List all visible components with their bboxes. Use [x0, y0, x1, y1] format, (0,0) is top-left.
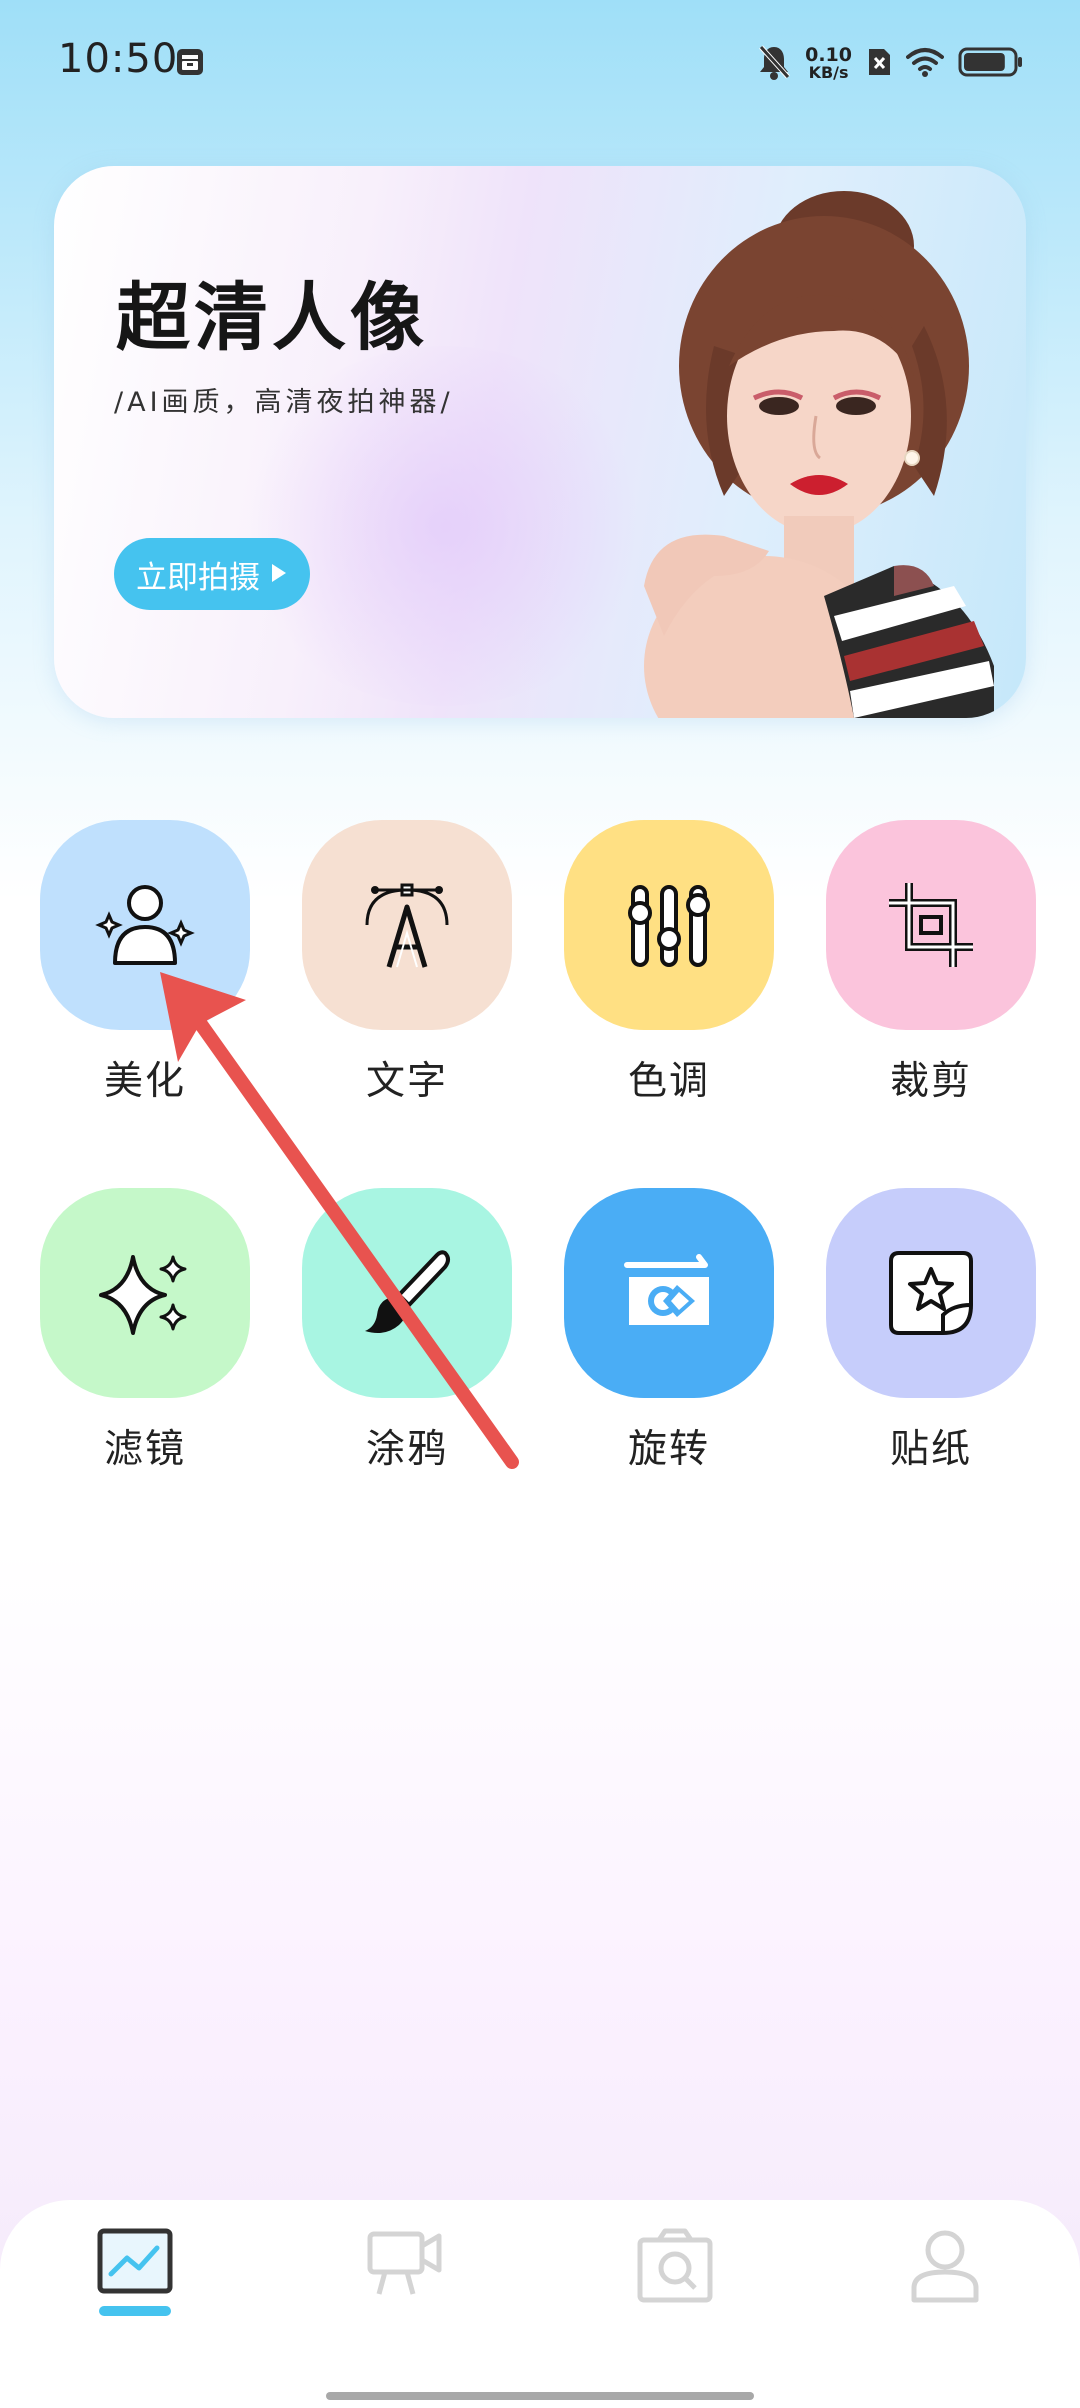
play-triangle-icon [270, 556, 288, 592]
status-icons: 0.10 KB/s [757, 40, 1024, 88]
feature-crop-tile[interactable] [826, 820, 1036, 1030]
notification-app-icon [176, 48, 204, 76]
beauty-person-sparkle-icon [95, 885, 195, 965]
banner-title: 超清人像 [116, 275, 428, 361]
video-camera-icon [367, 2231, 442, 2295]
portrait-image [644, 191, 994, 718]
feature-beauty[interactable]: 美化 [40, 820, 250, 1106]
shoot-now-label: 立即拍摄 [136, 559, 260, 596]
camera-icon [637, 2228, 713, 2303]
feature-sticker-label: 贴纸 [889, 1427, 972, 1472]
feature-beauty-tile[interactable] [40, 820, 250, 1030]
home-indicator[interactable] [326, 2392, 754, 2400]
rotate-icon [624, 1254, 709, 1325]
battery-fill [964, 53, 1005, 71]
nav-camera[interactable] [625, 2228, 725, 2348]
feature-doodle-tile[interactable] [302, 1188, 512, 1398]
feature-beauty-label: 美化 [103, 1059, 186, 1104]
feature-tone-tile[interactable] [564, 820, 774, 1030]
nav-profile[interactable] [895, 2228, 995, 2348]
battery-icon [958, 46, 1024, 82]
feature-text-label: 文字 [365, 1059, 448, 1104]
feature-doodle-label: 涂鸦 [365, 1427, 448, 1472]
feature-rotate[interactable]: 旋转 [564, 1188, 774, 1474]
nav-video[interactable] [355, 2228, 455, 2348]
crop-icon [889, 883, 973, 967]
doodle-brush-icon [365, 1250, 450, 1333]
tone-sliders-icon [628, 885, 710, 967]
shoot-now-button[interactable]: 立即拍摄 [114, 538, 310, 610]
feature-sticker-tile[interactable] [826, 1188, 1036, 1398]
profile-icon [911, 2230, 979, 2303]
feature-filter-tile[interactable] [40, 1188, 250, 1398]
feature-crop-label: 裁剪 [889, 1059, 972, 1104]
feature-doodle[interactable]: 涂鸦 [302, 1188, 512, 1474]
bottom-nav [0, 2200, 1080, 2408]
sticker-star-icon [889, 1251, 973, 1335]
feature-text-tile[interactable] [302, 820, 512, 1030]
filter-sparkle-icon [99, 1255, 187, 1335]
feature-tone[interactable]: 色调 [564, 820, 774, 1106]
net-speed-value: 0.10 [805, 44, 852, 66]
feature-rotate-tile[interactable] [564, 1188, 774, 1398]
feature-text[interactable]: 文字 [302, 820, 512, 1106]
nav-active-indicator [99, 2306, 171, 2316]
feature-tone-label: 色调 [627, 1059, 710, 1104]
promo-banner[interactable]: 超清人像 /AI画质，高清夜拍神器/ 立即拍摄 [54, 166, 1026, 718]
status-bar: 10:50 0.10 KB/s [0, 0, 1080, 130]
network-speed: 0.10 KB/s [805, 46, 852, 82]
feature-filter-label: 滤镜 [103, 1427, 186, 1472]
mute-bell-icon [757, 43, 791, 85]
status-time: 10:50 [58, 36, 179, 82]
feature-filter[interactable]: 滤镜 [40, 1188, 250, 1474]
feature-sticker[interactable]: 贴纸 [826, 1188, 1036, 1474]
feature-rotate-label: 旋转 [627, 1427, 710, 1472]
wifi-icon [906, 47, 944, 81]
text-pen-tool-icon [365, 883, 449, 968]
sim-blocked-icon [866, 47, 892, 81]
net-speed-unit: KB/s [808, 63, 849, 82]
gallery-chart-icon [97, 2228, 173, 2294]
nav-gallery[interactable] [85, 2228, 185, 2348]
feature-crop[interactable]: 裁剪 [826, 820, 1036, 1106]
banner-subtitle: /AI画质，高清夜拍神器/ [114, 387, 454, 418]
